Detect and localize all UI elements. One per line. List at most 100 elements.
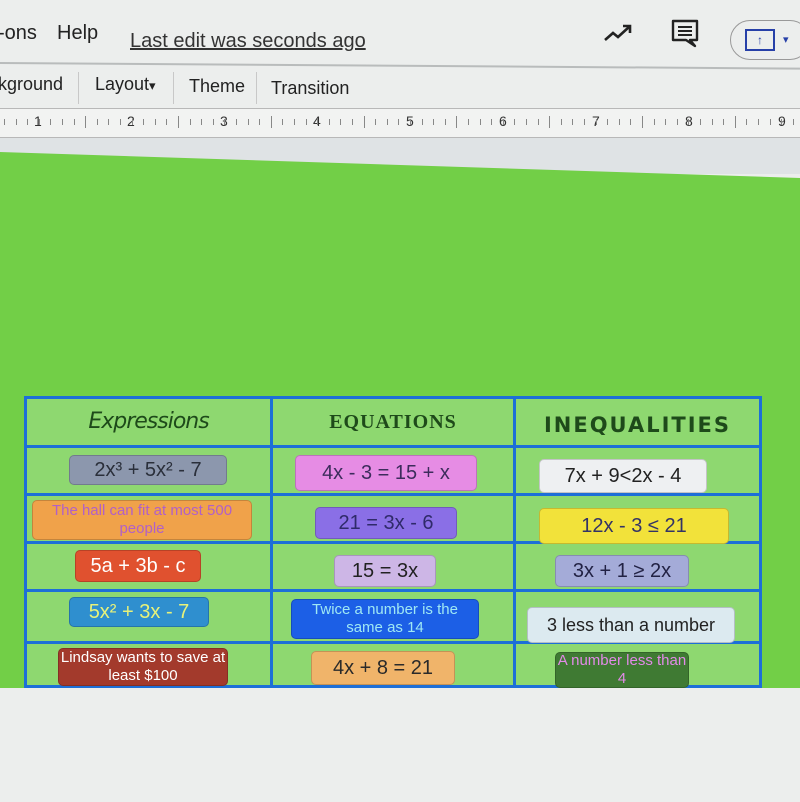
ruler-tick xyxy=(630,119,632,125)
ruler-tick xyxy=(711,119,713,125)
sort-card-inequalities[interactable]: 3x + 1 ≥ 2x xyxy=(555,555,689,587)
ruler-tick xyxy=(653,119,655,125)
present-button[interactable]: ↑ ▾ xyxy=(730,20,800,60)
ruler-tick xyxy=(607,119,609,125)
ruler-tick xyxy=(746,119,748,125)
ruler-tick xyxy=(259,119,261,125)
layout-button[interactable]: Layout▾ xyxy=(95,74,156,95)
ruler-tick xyxy=(38,119,40,125)
ruler-tick xyxy=(85,116,87,128)
ruler-tick xyxy=(305,119,307,125)
sort-card-inequalities[interactable]: 7x + 9<2x - 4 xyxy=(539,459,707,493)
table-row-divider xyxy=(27,493,759,496)
ruler-tick xyxy=(270,116,272,128)
sort-card-equations[interactable]: 4x - 3 = 15 + x xyxy=(295,455,477,491)
ruler-tick xyxy=(340,119,342,125)
ruler-tick xyxy=(572,119,574,125)
toolbar: kground Layout▾ Theme Transition xyxy=(0,66,800,106)
layout-caret-icon: ▾ xyxy=(149,78,156,93)
ruler-tick xyxy=(398,119,400,125)
ruler-tick xyxy=(758,119,759,125)
menu-help[interactable]: Help xyxy=(57,22,98,45)
speaker-notes-area[interactable] xyxy=(0,690,800,802)
ruler-tick xyxy=(444,119,446,125)
ruler-tick xyxy=(236,119,237,125)
ruler-tick xyxy=(15,119,17,125)
ruler-tick xyxy=(734,116,736,128)
activity-trend-icon[interactable] xyxy=(600,18,636,48)
ruler-tick xyxy=(50,119,52,125)
ruler-tick xyxy=(352,119,353,125)
sort-card-expressions[interactable]: The hall can fit at most 500 people xyxy=(32,500,252,540)
background-button[interactable]: kground xyxy=(0,74,63,95)
ruler-tick xyxy=(375,119,377,125)
ruler-tick xyxy=(584,119,585,125)
ruler-tick xyxy=(4,119,5,125)
ruler-tick xyxy=(189,119,191,125)
ruler-tick xyxy=(410,119,411,125)
ruler-tick xyxy=(700,119,701,125)
ruler-tick xyxy=(282,119,284,125)
ruler-tick xyxy=(560,119,562,125)
ruler-tick xyxy=(363,116,365,128)
ruler-tick xyxy=(792,119,794,125)
ruler-tick xyxy=(96,119,98,125)
sort-card-inequalities[interactable]: 3 less than a number xyxy=(527,607,735,643)
sort-card-inequalities[interactable]: A number less than 4 xyxy=(555,652,689,688)
present-arrow: ↑ xyxy=(757,33,763,47)
ruler-tick xyxy=(502,119,504,125)
sort-card-equations[interactable]: Twice a number is the same as 14 xyxy=(291,599,479,639)
ruler-tick xyxy=(479,119,481,125)
last-edit-link[interactable]: Last edit was seconds ago xyxy=(130,30,366,53)
ruler-tick xyxy=(688,119,690,125)
header-expressions: Expressions xyxy=(88,409,209,434)
ruler-tick xyxy=(769,119,771,125)
ruler-tick xyxy=(143,119,145,125)
sort-card-expressions[interactable]: Lindsay wants to save at least $100 xyxy=(58,648,228,686)
ruler-tick xyxy=(537,119,539,125)
sort-card-equations[interactable]: 15 = 3x xyxy=(334,555,436,587)
ruler-tick xyxy=(73,119,75,125)
ruler-tick xyxy=(294,119,295,125)
ruler-tick xyxy=(456,116,458,128)
table-row-divider xyxy=(27,589,759,592)
ruler-tick xyxy=(212,119,214,125)
ruler-tick xyxy=(328,119,330,125)
header-equations: EQUATIONS xyxy=(329,411,457,433)
toolbar-separator xyxy=(173,72,174,104)
ruler-tick xyxy=(154,119,156,125)
ruler-tick xyxy=(131,119,133,125)
ruler-tick xyxy=(317,119,319,125)
menu-bar: -ons Help Last edit was seconds ago ↑ ▾ xyxy=(0,14,800,60)
ruler-tick xyxy=(491,119,493,125)
present-dropdown-caret-icon[interactable]: ▾ xyxy=(783,33,789,46)
sort-card-expressions[interactable]: 5x² + 3x - 7 xyxy=(69,597,209,627)
horizontal-ruler[interactable]: 123456789 xyxy=(0,108,800,138)
ruler-tick xyxy=(27,119,29,125)
sort-card-inequalities[interactable]: 12x - 3 ≤ 21 xyxy=(539,508,729,544)
ruler-tick xyxy=(514,119,516,125)
ruler-tick xyxy=(386,119,388,125)
ruler-tick xyxy=(468,119,469,125)
theme-button[interactable]: Theme xyxy=(189,76,245,97)
ruler-tick xyxy=(201,119,203,125)
ruler-tick xyxy=(526,119,527,125)
ruler-tick xyxy=(421,119,423,125)
ruler-tick xyxy=(665,119,667,125)
ruler-tick xyxy=(781,119,783,125)
sort-card-equations[interactable]: 4x + 8 = 21 xyxy=(311,651,455,685)
transition-button[interactable]: Transition xyxy=(271,78,349,99)
toolbar-separator xyxy=(78,72,79,104)
ruler-tick xyxy=(108,119,110,125)
ruler-tick xyxy=(723,119,725,125)
ruler-tick xyxy=(549,116,551,128)
window-title-strip xyxy=(0,0,800,14)
sort-card-expressions[interactable]: 2x³ + 5x² - 7 xyxy=(69,455,227,485)
ruler-tick xyxy=(166,119,168,125)
comment-icon[interactable] xyxy=(668,16,702,50)
sort-card-expressions[interactable]: 5a + 3b - c xyxy=(75,550,201,582)
sort-card-equations[interactable]: 21 = 3x - 6 xyxy=(315,507,457,539)
ruler-tick xyxy=(642,116,643,128)
ruler-tick xyxy=(247,119,249,125)
menu-add-ons[interactable]: -ons xyxy=(0,22,37,45)
